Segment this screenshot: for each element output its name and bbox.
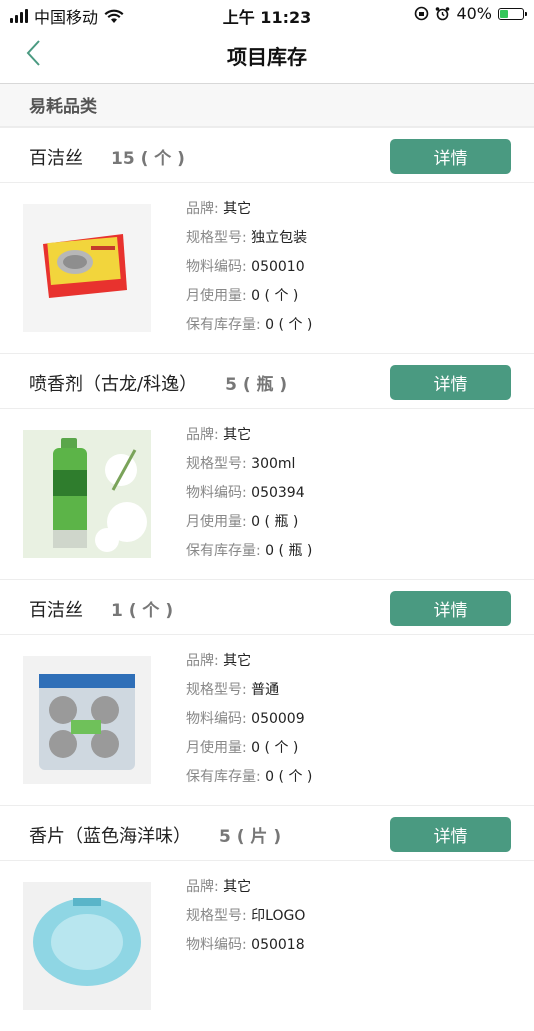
monthly-usage-label: 月使用量:: [186, 740, 252, 756]
code-label: 物料编码:: [186, 485, 252, 501]
code-row: 物料编码: 050009: [186, 709, 312, 738]
item-properties: 品牌: 其它 规格型号: 独立包装 物料编码: 050010 月使用量: 0 (…: [186, 199, 312, 344]
product-image: [23, 656, 151, 784]
product-image: [23, 882, 151, 1010]
stock-value: 0 ( 个 ): [265, 769, 313, 785]
item-body: 品牌: 其它 规格型号: 独立包装 物料编码: 050010 月使用量: 0 (…: [0, 183, 534, 353]
stock-row: 保有库存量: 0 ( 个 ): [186, 315, 312, 344]
item-body: 品牌: 其它 规格型号: 300ml 物料编码: 050394 月使用量: 0 …: [0, 409, 534, 579]
item-name-row: 香片（蓝色海洋味） 5 ( 片 ): [29, 822, 281, 848]
monthly-usage-label: 月使用量:: [186, 288, 252, 304]
status-bar: 中国移动 上午 11:23 40%: [0, 0, 534, 28]
code-value: 050394: [251, 485, 305, 501]
nav-bar: 项目库存: [0, 28, 534, 84]
detail-button[interactable]: 详情: [390, 139, 511, 174]
detail-button[interactable]: 详情: [390, 365, 511, 400]
brand-value: 其它: [223, 879, 252, 895]
stock-row: 保有库存量: 0 ( 个 ): [186, 767, 312, 796]
item-properties: 品牌: 其它 规格型号: 印LOGO 物料编码: 050018: [186, 877, 305, 964]
stock-row: 保有库存量: 0 ( 瓶 ): [186, 541, 312, 570]
spec-row: 规格型号: 印LOGO: [186, 906, 305, 935]
orientation-lock-icon: [415, 6, 429, 21]
stock-value: 0 ( 瓶 ): [265, 543, 313, 559]
spec-label: 规格型号:: [186, 456, 252, 472]
product-image: [23, 430, 151, 558]
brand-label: 品牌:: [186, 427, 224, 443]
spec-label: 规格型号:: [186, 230, 252, 246]
code-label: 物料编码:: [186, 259, 252, 275]
inventory-item: 百洁丝 15 ( 个 ) 详情 品牌: 其它 规格型号: 独立包装 物料编码: 0…: [0, 127, 534, 353]
item-name: 香片（蓝色海洋味）: [29, 826, 191, 847]
monthly-usage-value: 0 ( 瓶 ): [251, 514, 299, 530]
brand-row: 品牌: 其它: [186, 425, 312, 454]
item-header: 百洁丝 15 ( 个 ) 详情: [0, 127, 534, 183]
code-value: 050010: [251, 259, 305, 275]
inventory-item: 喷香剂（古龙/科逸） 5 ( 瓶 ) 详情 品牌: 其它 规格型号: 300ml …: [0, 353, 534, 579]
inventory-item: 香片（蓝色海洋味） 5 ( 片 ) 详情 品牌: 其它 规格型号: 印LOGO 物…: [0, 805, 534, 1031]
brand-row: 品牌: 其它: [186, 877, 305, 906]
code-label: 物料编码:: [186, 937, 252, 953]
section-title: 易耗品类: [29, 97, 97, 117]
monthly-usage-value: 0 ( 个 ): [251, 740, 299, 756]
spec-row: 规格型号: 300ml: [186, 454, 312, 483]
section-header: 易耗品类: [0, 84, 534, 127]
item-name: 百洁丝: [29, 148, 83, 169]
item-quantity: 5 ( 瓶 ): [225, 375, 288, 395]
spec-value: 300ml: [251, 456, 296, 472]
monthly-usage-row: 月使用量: 0 ( 个 ): [186, 738, 312, 767]
alarm-icon: [436, 7, 450, 21]
monthly-usage-row: 月使用量: 0 ( 瓶 ): [186, 512, 312, 541]
status-right: 40%: [414, 4, 527, 23]
stock-label: 保有库存量:: [186, 317, 266, 333]
stock-value: 0 ( 个 ): [265, 317, 313, 333]
stock-label: 保有库存量:: [186, 543, 266, 559]
item-quantity: 15 ( 个 ): [111, 149, 185, 169]
spec-value: 普通: [251, 682, 280, 698]
product-image: [23, 204, 151, 332]
code-value: 050018: [251, 937, 305, 953]
item-properties: 品牌: 其它 规格型号: 普通 物料编码: 050009 月使用量: 0 ( 个…: [186, 651, 312, 796]
brand-label: 品牌:: [186, 201, 224, 217]
battery-icon: [498, 7, 527, 20]
brand-label: 品牌:: [186, 879, 224, 895]
code-row: 物料编码: 050010: [186, 257, 312, 286]
detail-button[interactable]: 详情: [390, 817, 511, 852]
item-header: 喷香剂（古龙/科逸） 5 ( 瓶 ) 详情: [0, 353, 534, 409]
item-name: 百洁丝: [29, 600, 83, 621]
brand-label: 品牌:: [186, 653, 224, 669]
item-name-row: 百洁丝 15 ( 个 ): [29, 144, 185, 170]
spec-value: 印LOGO: [251, 908, 306, 924]
page-title: 项目库存: [227, 45, 307, 69]
spec-label: 规格型号:: [186, 908, 252, 924]
spec-value: 独立包装: [251, 230, 308, 246]
spec-label: 规格型号:: [186, 682, 252, 698]
monthly-usage-value: 0 ( 个 ): [251, 288, 299, 304]
brand-row: 品牌: 其它: [186, 651, 312, 680]
battery-percent: 40%: [456, 4, 492, 23]
item-body: 品牌: 其它 规格型号: 普通 物料编码: 050009 月使用量: 0 ( 个…: [0, 635, 534, 805]
brand-value: 其它: [223, 653, 252, 669]
inventory-item: 百洁丝 1 ( 个 ) 详情 品牌: 其它 规格型号: 普通 物料编码: 0500…: [0, 579, 534, 805]
brand-row: 品牌: 其它: [186, 199, 312, 228]
item-name-row: 喷香剂（古龙/科逸） 5 ( 瓶 ): [29, 370, 287, 396]
item-properties: 品牌: 其它 规格型号: 300ml 物料编码: 050394 月使用量: 0 …: [186, 425, 312, 570]
spec-row: 规格型号: 独立包装: [186, 228, 312, 257]
item-name: 喷香剂（古龙/科逸）: [29, 374, 198, 395]
code-row: 物料编码: 050394: [186, 483, 312, 512]
item-body: 品牌: 其它 规格型号: 印LOGO 物料编码: 050018: [0, 861, 534, 1031]
stock-label: 保有库存量:: [186, 769, 266, 785]
item-name-row: 百洁丝 1 ( 个 ): [29, 596, 173, 622]
code-label: 物料编码:: [186, 711, 252, 727]
brand-value: 其它: [223, 427, 252, 443]
item-quantity: 1 ( 个 ): [111, 601, 174, 621]
spec-row: 规格型号: 普通: [186, 680, 312, 709]
item-header: 百洁丝 1 ( 个 ) 详情: [0, 579, 534, 635]
monthly-usage-label: 月使用量:: [186, 514, 252, 530]
brand-value: 其它: [223, 201, 252, 217]
code-value: 050009: [251, 711, 305, 727]
item-header: 香片（蓝色海洋味） 5 ( 片 ) 详情: [0, 805, 534, 861]
detail-button[interactable]: 详情: [390, 591, 511, 626]
monthly-usage-row: 月使用量: 0 ( 个 ): [186, 286, 312, 315]
item-quantity: 5 ( 片 ): [219, 827, 282, 847]
